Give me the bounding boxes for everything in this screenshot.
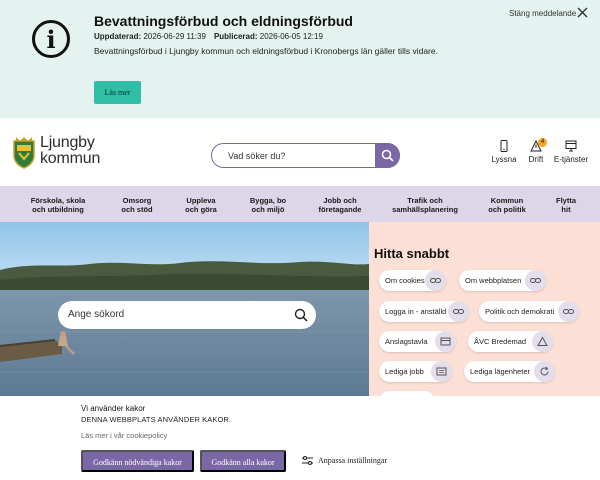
- hero-image: Ange sökord: [0, 222, 369, 396]
- quick-link-notice-board[interactable]: Anslagstavla: [379, 331, 456, 352]
- e-services-button[interactable]: E-tjänster: [553, 140, 589, 164]
- nav-line: hit: [561, 205, 571, 214]
- nav-item-build[interactable]: Bygga, bo och miljö: [240, 196, 296, 214]
- drift-button[interactable]: 4 Drift: [524, 138, 548, 164]
- hero-search-input[interactable]: Ange sökord: [68, 309, 124, 320]
- nav-line: och utbildning: [32, 205, 84, 214]
- alert-title: Bevattningsförbud och eldningsförbud: [94, 13, 353, 29]
- list-icon: [431, 361, 452, 382]
- quick-link-recycling[interactable]: ÅVC Bredemad: [468, 331, 553, 352]
- quick-link-label: Logga in - anställd: [385, 307, 447, 316]
- listen-label: Lyssna: [491, 155, 517, 164]
- board-icon: [435, 331, 456, 352]
- nav-line: Förskola, skola: [30, 196, 86, 205]
- search-icon: [381, 149, 394, 162]
- nav-line: och politik: [488, 205, 526, 214]
- refresh-icon: [534, 361, 555, 382]
- nav-item-school[interactable]: Förskola, skola och utbildning: [22, 196, 94, 214]
- alert-meta: Uppdaterad: 2026-06-29 11:39 Publicerad: …: [94, 32, 323, 41]
- info-icon: i: [32, 20, 70, 58]
- cookie-policy-link[interactable]: Läs mer i vår cookiepolicy: [81, 431, 167, 440]
- drift-label: Drift: [528, 155, 544, 164]
- cookie-subtitle: DENNA WEBBPLATS ANVÄNDER KAKOR.: [81, 415, 232, 424]
- search-icon[interactable]: [294, 308, 308, 322]
- nav-item-traffic[interactable]: Trafik och samhällsplanering: [384, 196, 466, 214]
- published-value: 2026-06-05 12:19: [259, 32, 323, 41]
- cookie-title: Vi använder kakor: [81, 404, 146, 413]
- updated-value: 2026-06-29 11:39: [143, 32, 206, 41]
- nav-line: Kommun: [490, 196, 524, 205]
- main-nav: Förskola, skola och utbildning Omsorg oc…: [0, 186, 600, 222]
- accept-all-button[interactable]: Godkänn alla kakor: [200, 450, 286, 472]
- alert-banner: i Bevattningsförbud och eldningsförbud U…: [0, 0, 600, 118]
- nav-item-politics[interactable]: Kommun och politik: [482, 196, 532, 214]
- logo[interactable]: Ljungby kommun: [40, 135, 100, 167]
- accept-necessary-button[interactable]: Godkänn nödvändiga kakor: [81, 450, 194, 472]
- quick-link-label: Lediga lägenheter: [470, 367, 531, 376]
- hero-search[interactable]: Ange sökord: [58, 301, 316, 329]
- header-search-input[interactable]: Vad söker du?: [228, 151, 285, 161]
- nav-line: samhällsplanering: [392, 205, 458, 214]
- nav-line: Omsorg: [122, 196, 152, 205]
- link-icon: [558, 301, 579, 322]
- quick-link-about-site[interactable]: Om webbplatsen: [459, 270, 546, 291]
- close-alert-link[interactable]: Stäng meddelande: [509, 9, 576, 18]
- quick-link-politics[interactable]: Politik och demokrati: [479, 301, 579, 322]
- published-label: Publicerad:: [213, 32, 258, 41]
- quick-link-label: Anslagstavla: [385, 337, 428, 346]
- quick-links: Hitta snabbt Om cookies Om webbplatsen L…: [369, 222, 600, 396]
- logo-line2: kommun: [40, 150, 101, 167]
- nav-line: Flytta: [555, 196, 576, 205]
- nav-item-jobs[interactable]: Jobb och företagande: [310, 196, 370, 214]
- listen-button[interactable]: Lyssna: [490, 140, 518, 164]
- nav-line: Trafik och: [407, 196, 443, 205]
- recycle-icon: [532, 331, 553, 352]
- logo-line1: Ljungby: [40, 134, 95, 151]
- nav-line: och stöd: [121, 205, 153, 214]
- nav-line: Uppleva: [186, 196, 216, 205]
- quick-link-label: Om cookies: [385, 276, 425, 285]
- updated-label: Uppdaterad:: [94, 32, 142, 41]
- quick-link-label: Lediga jobb: [385, 367, 424, 376]
- quick-links-title: Hitta snabbt: [374, 246, 450, 261]
- link-icon: [448, 301, 469, 322]
- coat-of-arms-icon[interactable]: [12, 137, 36, 169]
- nav-item-move[interactable]: Flytta hit: [550, 196, 582, 214]
- customize-settings-link[interactable]: Anpassa inställningar: [318, 456, 387, 465]
- cookie-banner: Vi använder kakor DENNA WEBBPLATS ANVÄND…: [0, 396, 600, 480]
- nav-item-experience[interactable]: Uppleva och göra: [175, 196, 227, 214]
- quick-link-apartments[interactable]: Lediga lägenheter: [464, 361, 555, 382]
- alert-text: Bevattningsförbud i Ljungby kommun och e…: [94, 46, 438, 56]
- nav-line: Jobb och: [323, 196, 357, 205]
- close-icon[interactable]: [577, 7, 588, 18]
- nav-line: företagande: [318, 205, 362, 214]
- nav-line: och miljö: [251, 205, 285, 214]
- e-services-label: E-tjänster: [553, 155, 589, 164]
- drift-badge: 4: [538, 138, 547, 147]
- quick-link-employee-login[interactable]: Logga in - anställd: [379, 301, 469, 322]
- header-search-button[interactable]: [375, 143, 400, 168]
- quick-link-jobs[interactable]: Lediga jobb: [379, 361, 452, 382]
- header-search[interactable]: Vad söker du?: [211, 143, 400, 168]
- nav-item-care[interactable]: Omsorg och stöd: [110, 196, 164, 214]
- settings-sliders-icon[interactable]: [302, 456, 313, 465]
- nav-line: Bygga, bo: [249, 196, 287, 205]
- quick-link-cookies[interactable]: Om cookies: [379, 270, 446, 291]
- link-icon: [425, 270, 446, 291]
- quick-link-label: ÅVC Bredemad: [474, 337, 527, 346]
- nav-line: och göra: [185, 205, 217, 214]
- quick-link-label: Politik och demokrati: [485, 307, 555, 316]
- link-icon: [525, 270, 546, 291]
- quick-link-label: Om webbplatsen: [465, 276, 522, 285]
- read-more-button[interactable]: Läs mer: [94, 81, 141, 104]
- phone-icon: [500, 140, 508, 152]
- monitor-icon: [565, 140, 577, 152]
